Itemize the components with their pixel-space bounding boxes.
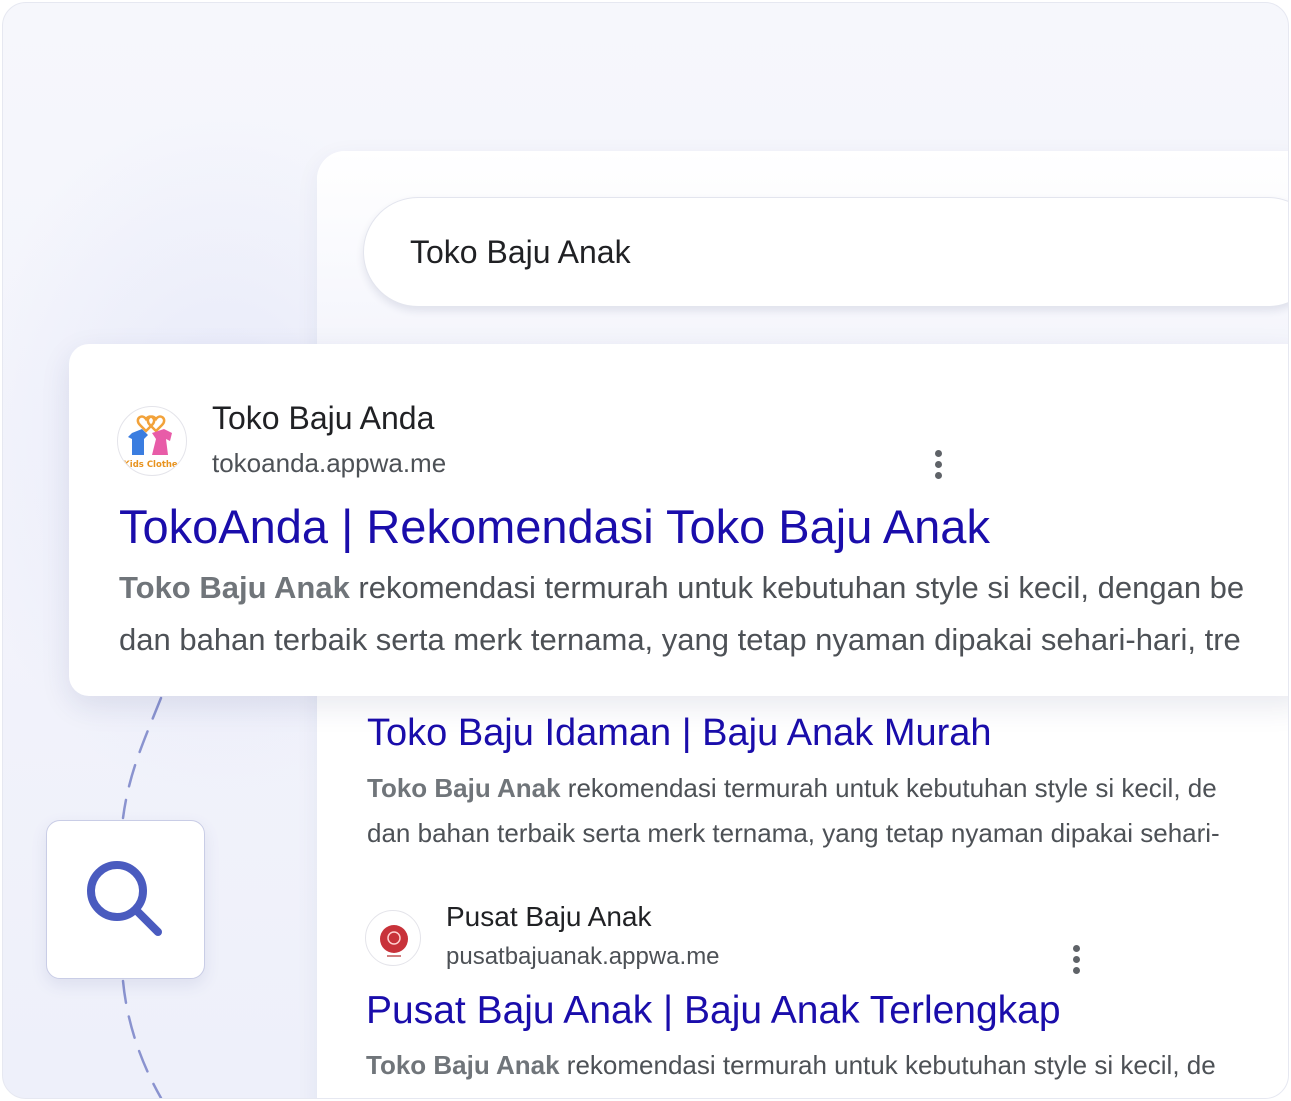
featured-result-card: Kids Clothes Toko Baju Anda tokoanda.app… bbox=[69, 344, 1288, 696]
background-frame: Toko Baju Anak Toko Baju Idaman | Baju A… bbox=[2, 2, 1289, 1099]
result-title[interactable]: TokoAnda | Rekomendasi Toko Baju Anak bbox=[119, 499, 990, 554]
result-snippet: Toko Baju Anak rekomendasi termurah untu… bbox=[367, 773, 1217, 803]
kids-clothes-logo-icon: Kids Clothes bbox=[123, 415, 183, 470]
search-bar[interactable]: Toko Baju Anak bbox=[363, 197, 1288, 307]
site-url[interactable]: pusatbajuanak.appwa.me bbox=[446, 943, 720, 971]
site-name: Toko Baju Anda bbox=[212, 400, 435, 436]
more-vert-icon[interactable] bbox=[1073, 945, 1081, 978]
result-snippet: Toko Baju Anak rekomendasi termurah untu… bbox=[119, 570, 1245, 605]
search-tile[interactable] bbox=[46, 820, 205, 979]
result-title[interactable]: Pusat Baju Anak | Baju Anak Terlengkap bbox=[366, 989, 1061, 1033]
red-circle-logo-icon bbox=[380, 925, 408, 957]
result-title[interactable]: Toko Baju Idaman | Baju Anak Murah bbox=[367, 712, 992, 755]
more-vert-icon[interactable] bbox=[935, 450, 943, 483]
result-snippet: Toko Baju Anak rekomendasi termurah untu… bbox=[366, 1050, 1216, 1080]
favicon-toko-baju-anda: Kids Clothes bbox=[117, 406, 187, 476]
site-name: Pusat Baju Anak bbox=[446, 901, 652, 932]
search-query[interactable]: Toko Baju Anak bbox=[410, 234, 631, 271]
svg-text:Kids Clothes: Kids Clothes bbox=[123, 460, 183, 470]
magnifier-icon bbox=[87, 861, 162, 936]
result-snippet-line2: dan bahan terbaik serta merk ternama, ya… bbox=[367, 818, 1220, 848]
site-url[interactable]: tokoanda.appwa.me bbox=[212, 448, 446, 479]
result-snippet-line2: dan bahan terbaik serta merk ternama, ya… bbox=[119, 622, 1241, 657]
favicon-pusat-baju-anak bbox=[365, 910, 421, 966]
